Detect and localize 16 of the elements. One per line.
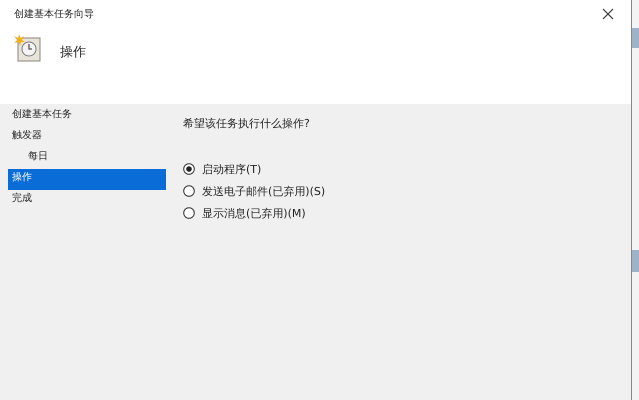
window-title: 创建基本任务向导 [13,8,94,21]
radio-label[interactable]: 发送电子邮件(已弃用)(S) [202,184,326,198]
wizard-step[interactable]: 完成 [8,190,166,211]
radio-button[interactable] [183,207,195,219]
radio-button[interactable] [183,163,195,175]
wizard-step[interactable]: 创建基本任务 [8,106,166,127]
radio-label[interactable]: 启动程序(T) [202,162,262,176]
page-heading: 操作 [60,44,86,61]
close-icon [602,8,614,20]
radio-label[interactable]: 显示消息(已弃用)(M) [202,206,306,220]
wizard-step[interactable]: 操作 [8,169,166,190]
radio-button[interactable] [183,185,195,197]
wizard-step[interactable]: 触发器 [8,127,166,148]
question-text: 希望该任务执行什么操作? [183,116,311,131]
wizard-step[interactable]: 每日 [8,148,166,169]
clock-icon [12,33,42,63]
